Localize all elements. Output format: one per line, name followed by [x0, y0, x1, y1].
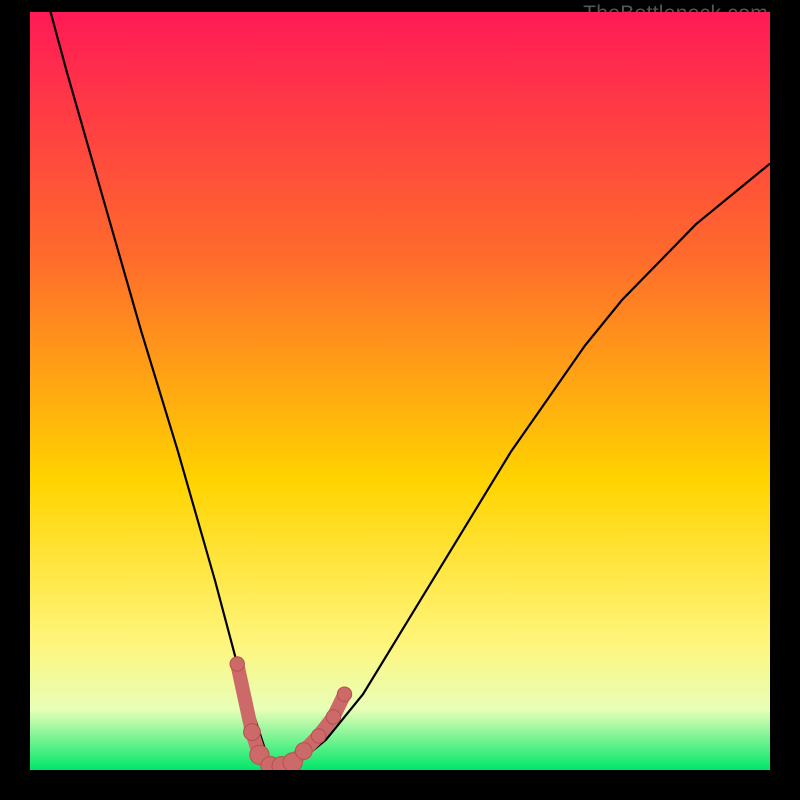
curve-marker [337, 687, 351, 701]
chart-svg [30, 12, 770, 770]
gradient-background [30, 12, 770, 770]
curve-marker [326, 710, 340, 724]
plot-area [30, 12, 770, 770]
curve-marker [230, 657, 244, 671]
curve-marker [311, 729, 325, 743]
chart-frame: TheBottleneck.com [0, 0, 800, 800]
curve-marker [295, 743, 312, 760]
curve-marker [244, 724, 261, 741]
